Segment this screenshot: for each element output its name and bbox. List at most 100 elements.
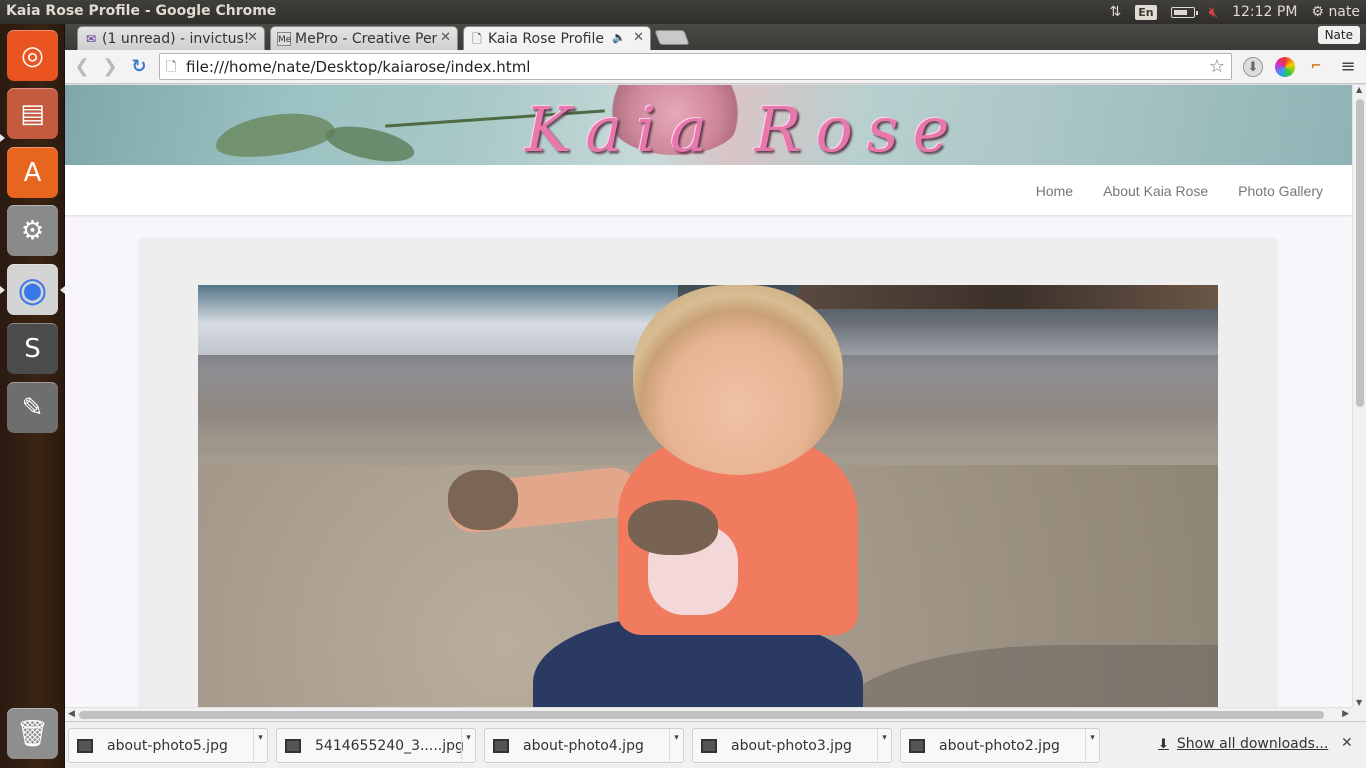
site-logo[interactable]: Kaia Rose (525, 93, 963, 166)
image-file-icon (77, 738, 93, 753)
show-all-downloads-label: Show all downloads... (1176, 736, 1329, 752)
keyboard-layout-indicator[interactable]: En (1135, 0, 1157, 24)
bookmark-manager-extension-icon[interactable]: ⌐ (1306, 57, 1326, 77)
download-item[interactable]: about-photo3.jpg ▾ (692, 728, 892, 763)
download-shelf: about-photo5.jpg ▾ 5414655240_3.....jpg … (65, 721, 1366, 768)
image-file-icon (701, 738, 717, 753)
gear-icon: ⚙ (1311, 4, 1324, 20)
tab-close-button[interactable]: ✕ (247, 30, 258, 45)
image-file-icon (909, 738, 925, 753)
photo-child-head (633, 285, 843, 475)
sublime-text-icon: S (24, 333, 41, 364)
download-item[interactable]: about-photo4.jpg ▾ (484, 728, 684, 763)
shopping-bag-icon: A (23, 157, 42, 188)
scroll-right-arrow-icon[interactable]: ▶ (1342, 709, 1349, 719)
page-icon: 🗋 (166, 60, 177, 75)
site-navbar: Home About Kaia Rose Photo Gallery (65, 165, 1352, 216)
banner-leaf (212, 106, 338, 164)
battery-icon[interactable] (1170, 0, 1198, 24)
running-indicator (0, 134, 5, 142)
download-menu-chevron-icon[interactable]: ▾ (1085, 729, 1099, 762)
nav-link-about[interactable]: About Kaia Rose (1103, 183, 1208, 199)
gimp-icon: ✎ (21, 392, 44, 423)
reload-button[interactable]: ↻ (128, 56, 150, 78)
show-all-downloads-link[interactable]: ⬇ Show all downloads... (1158, 736, 1328, 752)
ubuntu-logo-icon: ◎ (21, 40, 44, 71)
tab-label: (1 unread) - invictus! (102, 30, 250, 47)
browser-toolbar: ❮ ❯ ↻ 🗋 file:///home/nate/Desktop/kaiaro… (65, 50, 1366, 84)
tab-strip: ✉ (1 unread) - invictus! ✕ Me MePro - Cr… (65, 24, 1366, 50)
system-tray: ⇅ En 🔇︎ 12:12 PM ⚙ nate (1110, 0, 1360, 24)
settings-wrench-icon: ⚙ (20, 215, 45, 246)
launcher-item-system-settings[interactable]: ⚙ (7, 205, 58, 256)
horizontal-scrollbar[interactable]: ◀ ▶ (65, 707, 1352, 721)
vertical-scrollbar[interactable]: ▲ ▼ (1352, 85, 1366, 707)
file-cabinet-icon: ▤ (20, 98, 45, 129)
top-panel: Kaia Rose Profile - Google Chrome ⇅ En 🔇… (0, 0, 1366, 24)
url-text[interactable]: file:///home/nate/Desktop/kaiarose/index… (186, 58, 530, 76)
horizontal-scroll-thumb[interactable] (79, 711, 1324, 719)
banner-leaf (322, 119, 418, 169)
download-extension-icon[interactable]: ⬇ (1243, 57, 1263, 77)
profile-button[interactable]: Nate (1317, 26, 1360, 44)
launcher-item-software-center[interactable]: A (7, 147, 58, 198)
download-item[interactable]: 5414655240_3.....jpg ▾ (276, 728, 476, 763)
download-filename: about-photo5.jpg (107, 737, 228, 754)
session-user: nate (1328, 4, 1360, 20)
download-arrow-icon: ⬇ (1158, 736, 1169, 752)
download-menu-chevron-icon[interactable]: ▾ (877, 729, 891, 762)
page-icon: 🗋 (472, 32, 482, 46)
launcher-item-sublime-text[interactable]: S (7, 323, 58, 374)
bookmark-star-icon[interactable]: ☆ (1209, 56, 1225, 77)
network-icon[interactable]: ⇅ (1110, 0, 1122, 24)
forward-button[interactable]: ❯ (99, 56, 121, 78)
audio-playing-icon[interactable]: 🔈 (612, 31, 626, 44)
nav-link-photo-gallery[interactable]: Photo Gallery (1238, 183, 1323, 199)
window-title: Kaia Rose Profile - Google Chrome (6, 3, 277, 19)
chrome-menu-button[interactable]: ≡ (1338, 57, 1358, 77)
launcher-item-files[interactable]: ▤ (7, 88, 58, 139)
download-menu-chevron-icon[interactable]: ▾ (669, 729, 683, 762)
tab-close-button[interactable]: ✕ (633, 30, 644, 45)
content-card (138, 237, 1278, 707)
page-viewport: Kaia Rose Home About Kaia Rose Photo Gal… (65, 85, 1352, 707)
tab-label: Kaia Rose Profile (488, 30, 604, 47)
launcher-item-gimp[interactable]: ✎ (7, 382, 58, 433)
running-indicator (0, 286, 5, 294)
tab-mepro[interactable]: Me MePro - Creative Per ✕ (270, 26, 458, 50)
download-filename: about-photo4.jpg (523, 737, 644, 754)
address-bar[interactable]: 🗋 file:///home/nate/Desktop/kaiarose/ind… (159, 53, 1232, 80)
nav-link-home[interactable]: Home (1036, 183, 1073, 199)
volume-muted-icon[interactable]: 🔇︎ (1209, 0, 1218, 24)
mail-icon: ✉ (85, 32, 97, 46)
download-item[interactable]: about-photo5.jpg ▾ (68, 728, 268, 763)
color-picker-extension-icon[interactable] (1275, 57, 1295, 77)
tab-kaia-rose-profile[interactable]: 🗋 Kaia Rose Profile 🔈 ✕ (463, 26, 651, 50)
download-filename: 5414655240_3.....jpg (315, 737, 464, 754)
launcher-item-trash[interactable]: 🗑 (7, 708, 58, 759)
tab-close-button[interactable]: ✕ (440, 30, 451, 45)
launcher-item-ubuntu-dash[interactable]: ◎ (7, 30, 58, 81)
session-menu[interactable]: ⚙ nate (1311, 0, 1360, 24)
launcher-item-google-chrome[interactable]: ◉ (7, 264, 58, 315)
new-tab-button[interactable] (654, 30, 690, 45)
tab-mail[interactable]: ✉ (1 unread) - invictus! ✕ (77, 26, 265, 50)
nav-links: Home About Kaia Rose Photo Gallery (1036, 165, 1323, 216)
chrome-icon: ◉ (17, 269, 48, 310)
scroll-left-arrow-icon[interactable]: ◀ (68, 709, 75, 719)
photo-child-hand (628, 500, 718, 555)
vertical-scroll-thumb[interactable] (1356, 99, 1364, 407)
trash-icon: 🗑 (15, 718, 49, 749)
site-header-banner: Kaia Rose (65, 85, 1352, 169)
unity-launcher: ◎ ▤ A ⚙ ◉ S ✎ 🗑 (0, 24, 65, 768)
download-menu-chevron-icon[interactable]: ▾ (253, 729, 267, 762)
scroll-down-arrow-icon[interactable]: ▼ (1356, 698, 1362, 707)
back-button[interactable]: ❮ (71, 56, 93, 78)
download-menu-chevron-icon[interactable]: ▾ (461, 729, 475, 762)
scroll-up-arrow-icon[interactable]: ▲ (1356, 85, 1362, 94)
keyboard-layout-label: En (1135, 4, 1157, 20)
clock[interactable]: 12:12 PM (1232, 0, 1297, 24)
close-download-shelf-button[interactable]: ✕ (1341, 735, 1353, 751)
photo-sea (198, 285, 678, 355)
download-item[interactable]: about-photo2.jpg ▾ (900, 728, 1100, 763)
